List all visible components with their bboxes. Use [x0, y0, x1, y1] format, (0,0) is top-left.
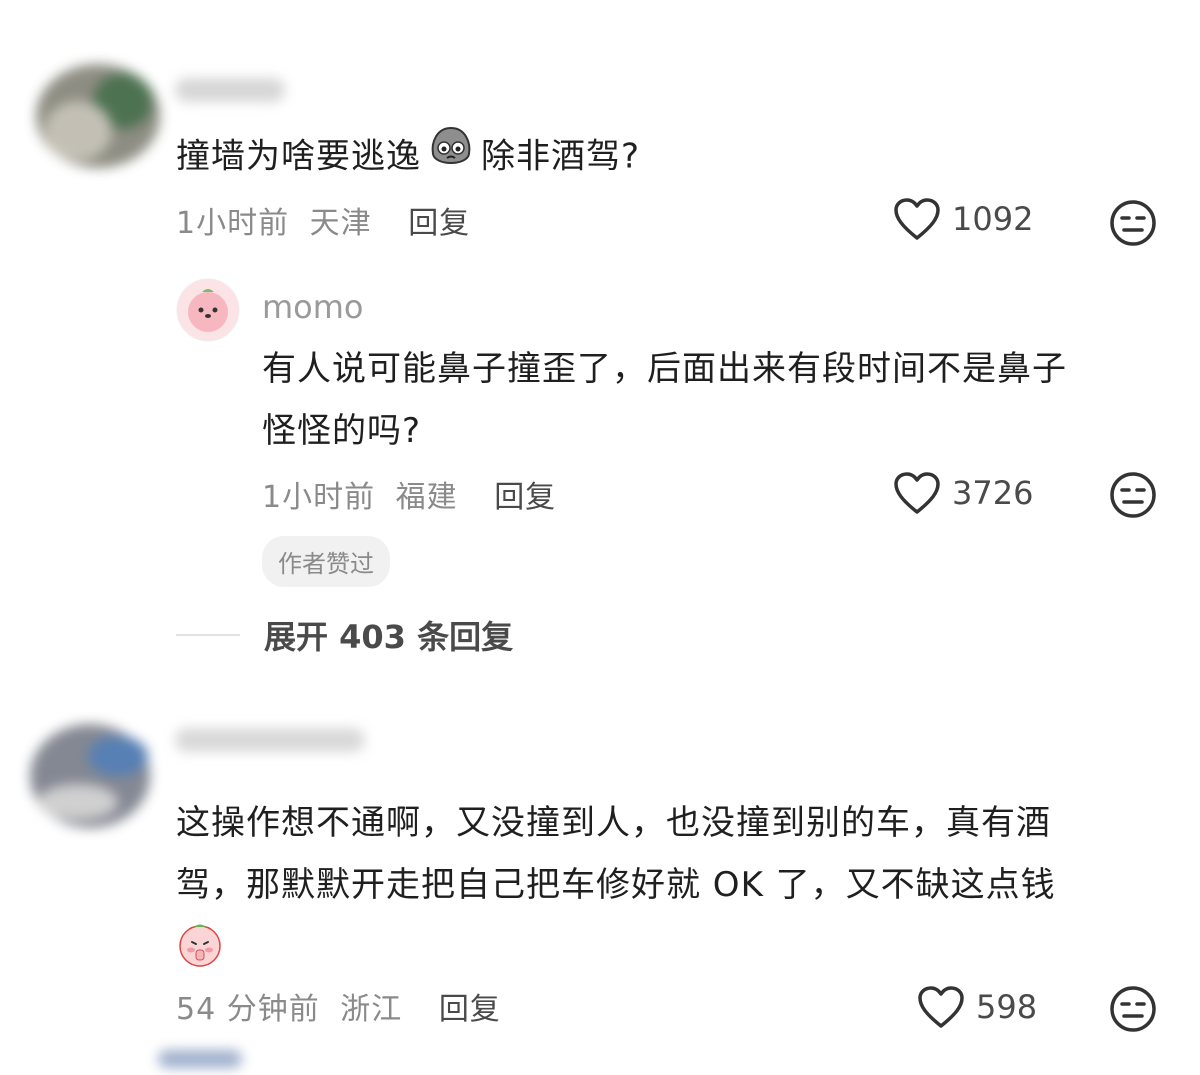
- reply-time: 1小时前: [262, 480, 376, 515]
- heart-outline-icon: [894, 198, 940, 240]
- like-count: 598: [976, 988, 1038, 1026]
- expand-replies-button[interactable]: 展开 403 条回复: [176, 612, 513, 658]
- avatar-blurred[interactable]: [18, 716, 168, 836]
- comment-body: 这操作想不通啊，又没撞到人，也没撞到别的车，真有酒 驾，那默默开走把自己把车修好…: [176, 792, 1166, 916]
- reply-text-line1: 有人说可能鼻子撞歪了，后面出来有段时间不是鼻子: [262, 349, 1067, 389]
- comment-time: 1小时前: [176, 206, 290, 241]
- username-blurred: [170, 70, 290, 110]
- reply-username[interactable]: momo: [262, 288, 364, 326]
- comment-location: 天津: [309, 206, 372, 241]
- reply-button[interactable]: 回复: [408, 206, 470, 241]
- username-blurred: [170, 720, 370, 760]
- meh-face-icon[interactable]: [1108, 470, 1158, 524]
- avatar-blurred[interactable]: [28, 56, 168, 176]
- reply-body: 有人说可能鼻子撞歪了，后面出来有段时间不是鼻子 怪怪的吗?: [262, 338, 1162, 462]
- avatar-blurred-next: [150, 1046, 250, 1071]
- reply-button[interactable]: 回复: [439, 992, 501, 1027]
- reply-button[interactable]: 回复: [494, 480, 556, 515]
- comment-text-line2: 驾，那默默开走把自己把车修好就 OK 了，又不缺这点钱: [176, 865, 1056, 905]
- comment-time: 54 分钟前: [176, 992, 320, 1027]
- sad-face-emoji-icon: [427, 124, 475, 192]
- comment-body: 撞墙为啥要逃逸 除非酒驾?: [176, 124, 1076, 192]
- comment-meta: 1小时前 天津 回复: [176, 198, 470, 242]
- avatar[interactable]: [176, 278, 240, 342]
- comment-text-line1: 这操作想不通啊，又没撞到人，也没撞到别的车，真有酒: [176, 803, 1051, 843]
- comment-meta: 54 分钟前 浙江 回复: [176, 984, 501, 1028]
- meh-face-icon[interactable]: [1108, 198, 1158, 252]
- reply-text-line2: 怪怪的吗?: [262, 411, 422, 451]
- heart-outline-icon: [918, 986, 964, 1028]
- divider: [176, 634, 240, 636]
- like-button[interactable]: 598: [916, 984, 1037, 1030]
- blush-face-emoji-icon: [176, 920, 224, 972]
- heart-outline-icon: [894, 472, 940, 514]
- author-liked-badge: 作者赞过: [262, 536, 390, 587]
- reply-location: 福建: [395, 480, 458, 515]
- like-count: 3726: [952, 474, 1034, 512]
- expand-replies-label: 展开 403 条回复: [264, 618, 514, 656]
- like-button[interactable]: 3726: [892, 470, 1033, 516]
- meh-face-icon[interactable]: [1108, 984, 1158, 1038]
- like-count: 1092: [952, 200, 1034, 238]
- comment-text-b: 除非酒驾?: [481, 136, 641, 177]
- comment-location: 浙江: [340, 992, 403, 1027]
- comment-text-a: 撞墙为啥要逃逸: [176, 136, 421, 177]
- reply-meta: 1小时前 福建 回复: [262, 472, 556, 516]
- like-button[interactable]: 1092: [892, 196, 1033, 242]
